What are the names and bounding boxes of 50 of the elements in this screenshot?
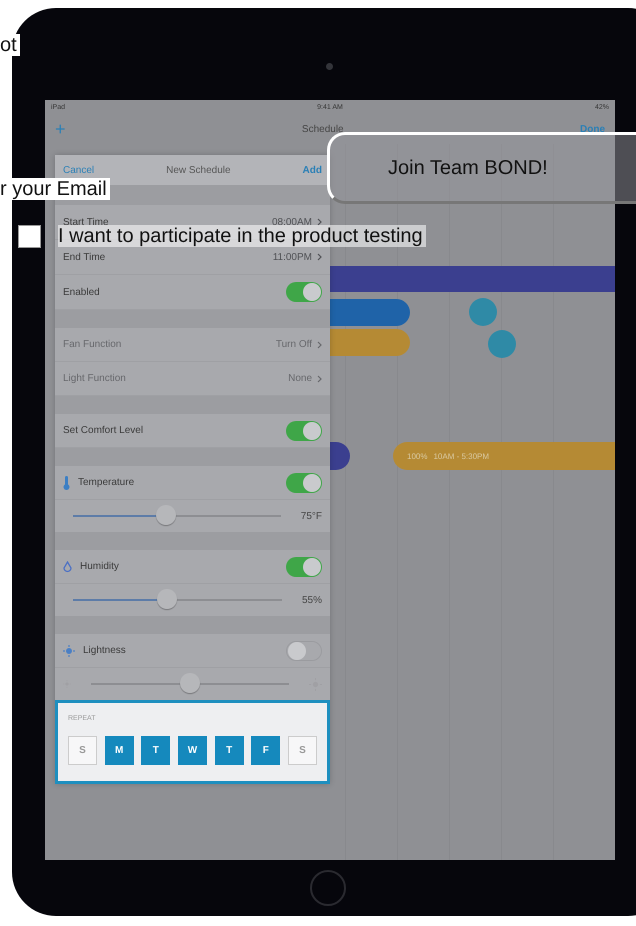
toggle-switch[interactable] (286, 640, 322, 660)
day-toggle[interactable]: T (141, 736, 170, 765)
row-label: Fan Function (63, 339, 122, 350)
day-toggle[interactable]: S (68, 736, 97, 765)
chevron-icon (317, 253, 322, 261)
popover-title: New Schedule (166, 164, 231, 176)
schedule-bar[interactable]: 100% 10AM - 5:30PM (393, 442, 615, 470)
chevron-icon (317, 374, 322, 382)
row-label: Light Function (63, 373, 126, 384)
consent-checkbox[interactable] (18, 225, 41, 248)
row-value[interactable]: 08:00AM (272, 216, 312, 228)
drop-icon (63, 560, 72, 572)
toggle-switch[interactable] (286, 420, 322, 440)
level-text: 100% (407, 452, 428, 460)
consent-label: I want to participate in the product testing (58, 225, 426, 247)
add-button[interactable]: Add (302, 164, 322, 176)
cancel-button[interactable]: Cancel (63, 164, 94, 176)
day-toggle[interactable]: M (104, 736, 134, 765)
heading-text: ot (0, 34, 20, 56)
toggle-switch[interactable] (286, 472, 322, 492)
chevron-icon (317, 340, 322, 348)
day-toggle[interactable]: F (251, 736, 280, 765)
home-button[interactable] (310, 870, 346, 906)
done-button[interactable]: Done (580, 124, 605, 134)
day-toggle[interactable]: S (288, 736, 317, 765)
row-label: Temperature (78, 477, 134, 488)
sun-icon (63, 644, 75, 656)
row-label: Enabled (63, 286, 100, 298)
day-toggle[interactable]: T (214, 736, 244, 765)
toggle-switch[interactable] (286, 282, 322, 302)
row-label: Set Comfort Level (63, 425, 144, 436)
add-button[interactable]: + (55, 120, 66, 138)
time-text: 10AM - 5:30PM (433, 452, 490, 460)
camera-icon (326, 63, 333, 70)
slider-reading: 75°F (300, 510, 322, 522)
toggle-switch[interactable] (286, 556, 322, 576)
schedule-bar[interactable] (488, 330, 516, 358)
row-label: Humidity (80, 561, 119, 572)
join-button[interactable]: Join Team BOND! (327, 132, 636, 204)
row-value[interactable]: 11:00PM (272, 252, 312, 262)
schedule-bar[interactable] (469, 298, 497, 326)
chevron-icon (317, 218, 322, 226)
email-label: r your Email (0, 178, 110, 200)
row-label: Lightness (83, 645, 126, 656)
row-label: Start Time (63, 216, 109, 228)
row-label: End Time (63, 252, 106, 262)
slider-reading: 55% (302, 594, 322, 606)
day-toggle[interactable]: W (178, 736, 207, 765)
nav-title: Schedule (302, 124, 344, 134)
thermometer-icon (63, 476, 70, 490)
